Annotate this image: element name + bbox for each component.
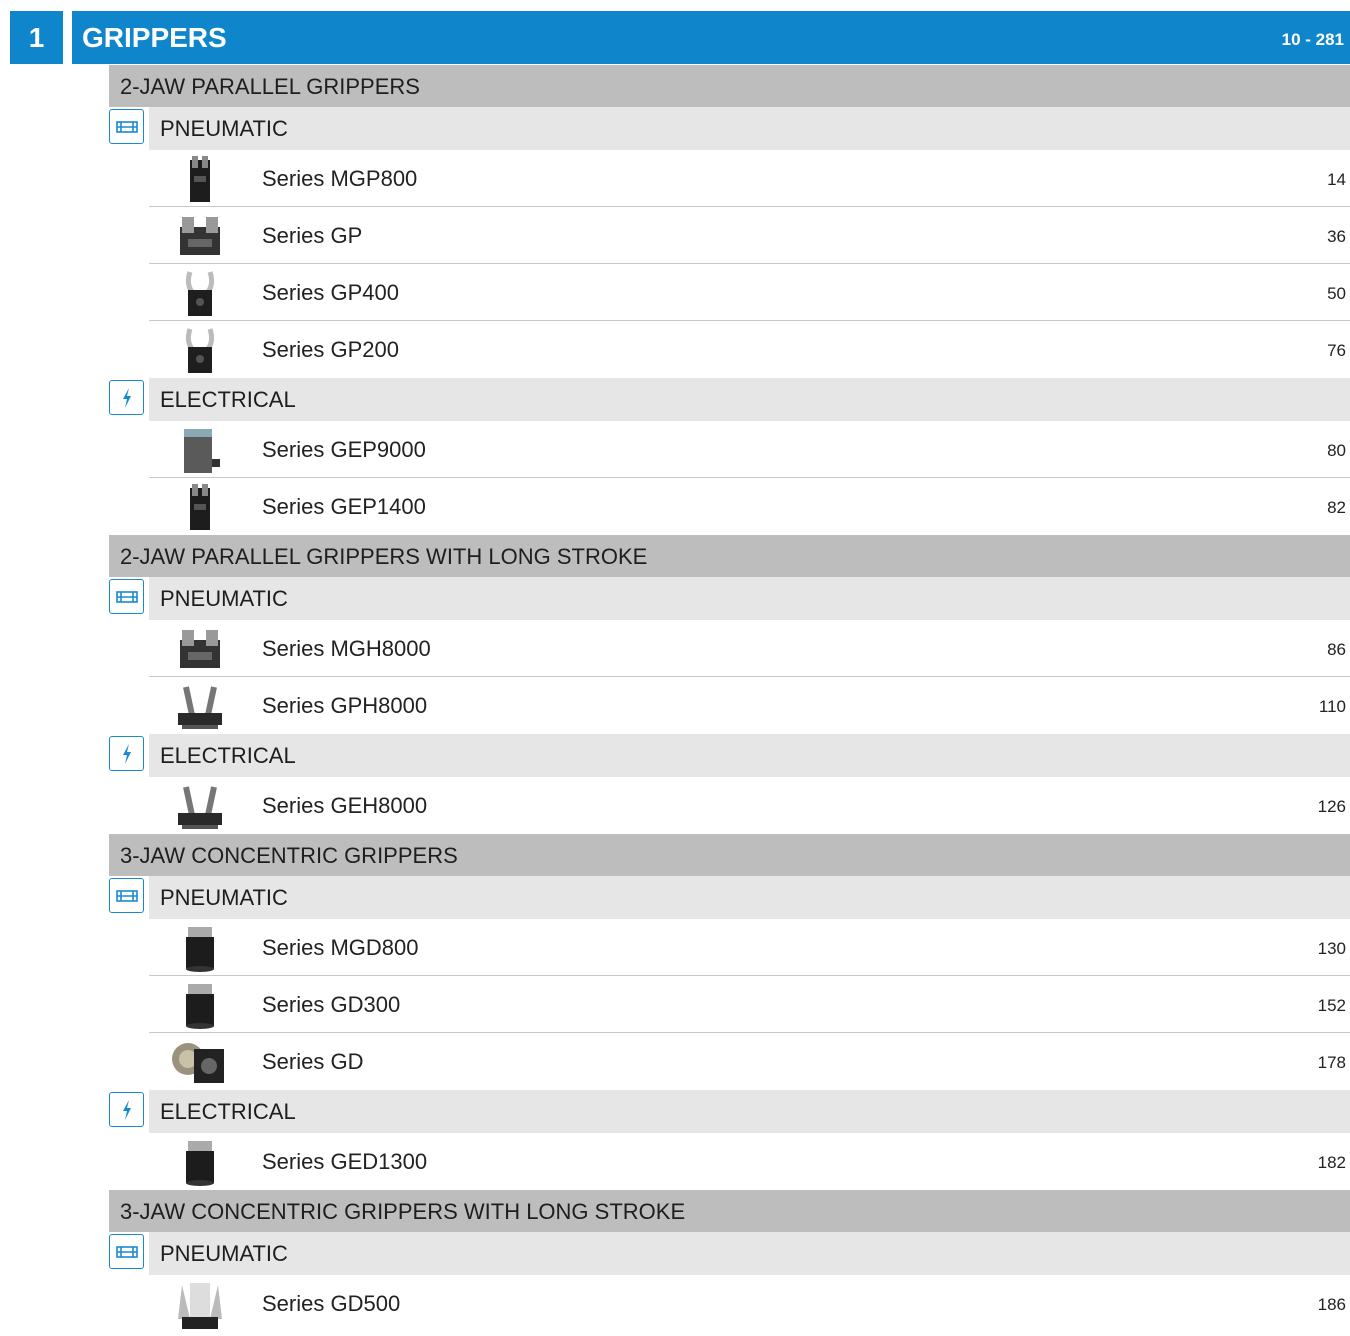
section-header: 3-JAW CONCENTRIC GRIPPERS xyxy=(109,834,1350,876)
product-name[interactable]: Series GED1300 xyxy=(262,1133,427,1190)
product-name[interactable]: Series MGD800 xyxy=(262,919,419,976)
product-page-number[interactable]: 80 xyxy=(1327,422,1346,479)
subsection-pneumatic: PNEUMATIC xyxy=(0,876,1350,919)
product-page-number[interactable]: 110 xyxy=(1319,678,1346,735)
chapter-page-range: 10 - 281 xyxy=(1281,30,1344,49)
pneumatic-icon xyxy=(109,579,144,614)
product-row[interactable]: Series GD500 186 xyxy=(0,1275,1350,1332)
product-thumbnail xyxy=(168,425,232,477)
chapter-header: GRIPPERS 10 - 281 xyxy=(72,11,1350,64)
product-page-number[interactable]: 36 xyxy=(1327,208,1346,265)
product-row[interactable]: Series GP200 76 xyxy=(0,321,1350,378)
product-name[interactable]: Series GD300 xyxy=(262,976,400,1033)
product-name[interactable]: Series GD xyxy=(262,1033,363,1090)
product-thumbnail xyxy=(168,980,232,1032)
product-name[interactable]: Series MGP800 xyxy=(262,150,417,207)
product-row[interactable]: Series MGH8000 86 xyxy=(0,620,1350,677)
product-row[interactable]: Series GP400 50 xyxy=(0,264,1350,321)
product-thumbnail xyxy=(168,1137,232,1189)
chapter-number: 1 xyxy=(10,11,63,64)
product-page-number[interactable]: 86 xyxy=(1327,621,1346,678)
product-thumbnail xyxy=(168,211,232,263)
product-row[interactable]: Series MGD800 130 xyxy=(0,919,1350,976)
product-page-number[interactable]: 126 xyxy=(1318,778,1346,835)
product-name[interactable]: Series MGH8000 xyxy=(262,620,431,677)
pneumatic-icon xyxy=(109,109,144,144)
product-row[interactable]: Series GPH8000 110 xyxy=(0,677,1350,734)
product-row[interactable]: Series GD 178 xyxy=(0,1033,1350,1090)
subsection-electrical: ELECTRICAL xyxy=(0,378,1350,421)
subsection-label: PNEUMATIC xyxy=(149,577,1350,620)
product-name[interactable]: Series GP200 xyxy=(262,321,399,378)
product-name[interactable]: Series GEP9000 xyxy=(262,421,426,478)
subsection-label: ELECTRICAL xyxy=(149,1090,1350,1133)
product-thumbnail xyxy=(168,781,232,833)
pneumatic-icon xyxy=(109,878,144,913)
product-thumbnail xyxy=(168,482,232,534)
product-page-number[interactable]: 14 xyxy=(1327,151,1346,208)
product-row[interactable]: Series MGP800 14 xyxy=(0,150,1350,207)
product-page-number[interactable]: 182 xyxy=(1318,1134,1346,1191)
electrical-icon xyxy=(109,380,144,415)
subsection-pneumatic: PNEUMATIC xyxy=(0,107,1350,150)
chapter-title: GRIPPERS xyxy=(82,22,227,53)
electrical-icon xyxy=(109,736,144,771)
product-page-number[interactable]: 130 xyxy=(1318,920,1346,977)
product-page-number[interactable]: 82 xyxy=(1327,479,1346,536)
product-thumbnail xyxy=(168,1037,232,1089)
product-index: 2-JAW PARALLEL GRIPPERS PNEUMATIC Series M… xyxy=(0,65,1350,1332)
product-row[interactable]: Series GD300 152 xyxy=(0,976,1350,1033)
product-row[interactable]: Series GED1300 182 xyxy=(0,1133,1350,1190)
product-name[interactable]: Series GPH8000 xyxy=(262,677,427,734)
product-thumbnail xyxy=(168,681,232,733)
product-page-number[interactable]: 50 xyxy=(1327,265,1346,322)
product-row[interactable]: Series GEH8000 126 xyxy=(0,777,1350,834)
product-name[interactable]: Series GEH8000 xyxy=(262,777,427,834)
product-thumbnail xyxy=(168,923,232,975)
product-row[interactable]: Series GEP1400 82 xyxy=(0,478,1350,535)
subsection-label: ELECTRICAL xyxy=(149,734,1350,777)
product-thumbnail xyxy=(168,325,232,377)
product-page-number[interactable]: 76 xyxy=(1327,322,1346,379)
subsection-pneumatic: PNEUMATIC xyxy=(0,1232,1350,1275)
product-row[interactable]: Series GEP9000 80 xyxy=(0,421,1350,478)
product-thumbnail xyxy=(168,268,232,320)
product-row[interactable]: Series GP 36 xyxy=(0,207,1350,264)
section-header: 2-JAW PARALLEL GRIPPERS xyxy=(109,65,1350,107)
subsection-electrical: ELECTRICAL xyxy=(0,734,1350,777)
product-name[interactable]: Series GEP1400 xyxy=(262,478,426,535)
subsection-label: PNEUMATIC xyxy=(149,876,1350,919)
product-page-number[interactable]: 186 xyxy=(1318,1276,1346,1333)
subsection-electrical: ELECTRICAL xyxy=(0,1090,1350,1133)
pneumatic-icon xyxy=(109,1234,144,1269)
subsection-label: PNEUMATIC xyxy=(149,1232,1350,1275)
product-page-number[interactable]: 178 xyxy=(1318,1034,1346,1091)
section-header: 3-JAW CONCENTRIC GRIPPERS WITH LONG STRO… xyxy=(109,1190,1350,1232)
subsection-pneumatic: PNEUMATIC xyxy=(0,577,1350,620)
product-name[interactable]: Series GP xyxy=(262,207,362,264)
product-name[interactable]: Series GP400 xyxy=(262,264,399,321)
product-thumbnail xyxy=(168,1279,232,1331)
subsection-label: ELECTRICAL xyxy=(149,378,1350,421)
product-thumbnail xyxy=(168,624,232,676)
product-name[interactable]: Series GD500 xyxy=(262,1275,400,1332)
product-page-number[interactable]: 152 xyxy=(1318,977,1346,1034)
electrical-icon xyxy=(109,1092,144,1127)
section-header: 2-JAW PARALLEL GRIPPERS WITH LONG STROKE xyxy=(109,535,1350,577)
subsection-label: PNEUMATIC xyxy=(149,107,1350,150)
product-thumbnail xyxy=(168,154,232,206)
